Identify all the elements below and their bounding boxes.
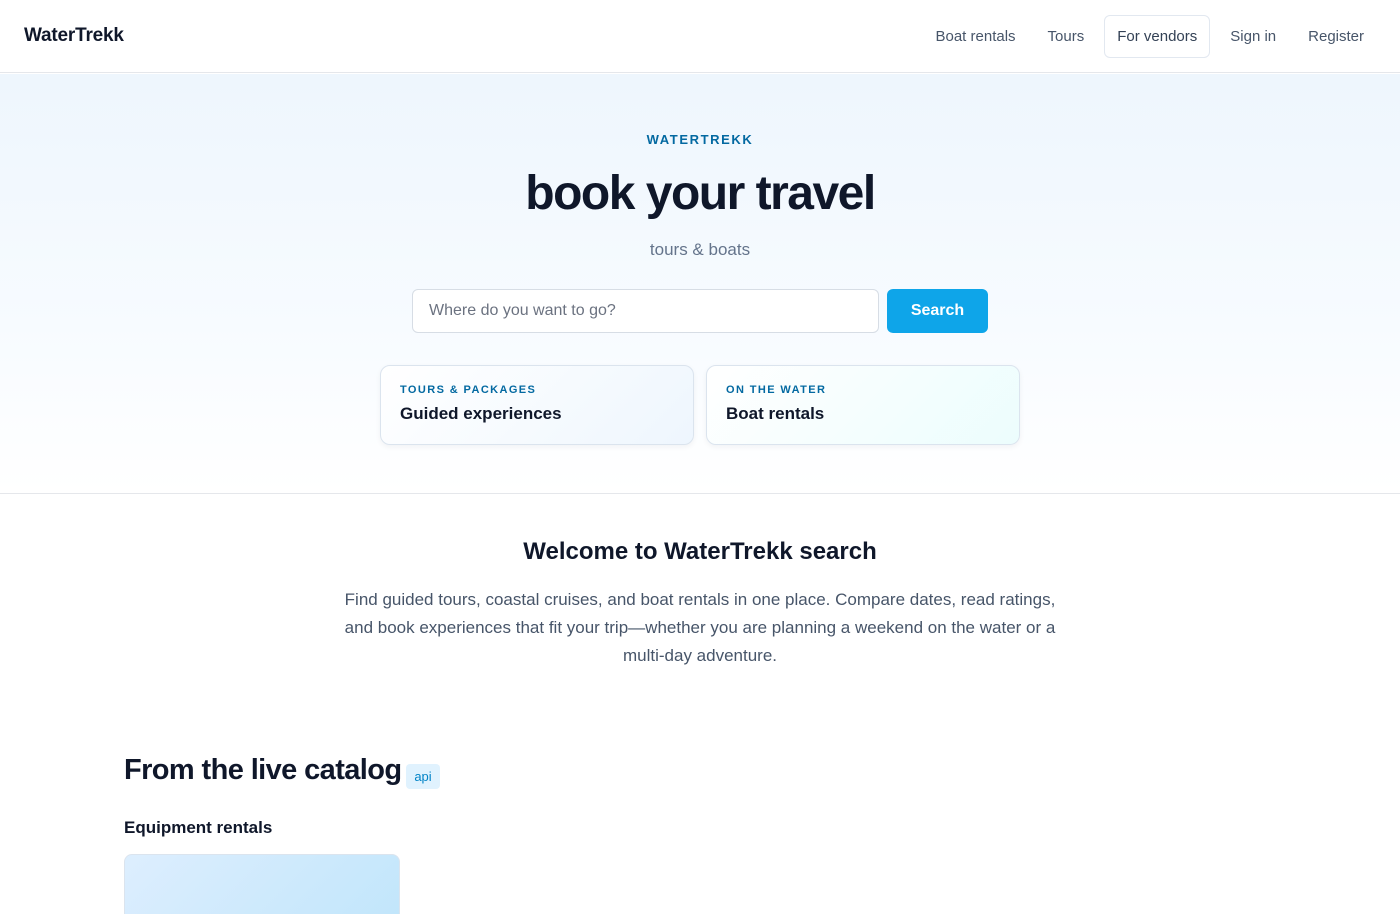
category-card-title: Guided experiences bbox=[400, 404, 562, 423]
hero-eyebrow: WATERTREKK bbox=[646, 132, 754, 147]
main-nav: Boat rentals Tours For vendors Sign in R… bbox=[919, 15, 1380, 58]
destination-search-input[interactable] bbox=[412, 289, 879, 333]
category-card-title: Boat rentals bbox=[726, 404, 825, 423]
category-card-boat-rentals[interactable]: ON THE WATER Boat rentals bbox=[706, 365, 1020, 445]
hero-subtitle: tours & boats bbox=[649, 240, 751, 259]
top-navigation-bar: WaterTrekk Boat rentals Tours For vendor… bbox=[0, 0, 1400, 73]
hero-title: book your travel bbox=[525, 167, 876, 220]
hero-section: WATERTREKK book your travel tours & boat… bbox=[0, 74, 1400, 494]
nav-link-tours[interactable]: Tours bbox=[1032, 16, 1101, 57]
catalog-heading: From the live catalog bbox=[124, 754, 402, 786]
category-card-kicker: ON THE WATER bbox=[726, 384, 827, 396]
category-card-kicker: TOURS & PACKAGES bbox=[400, 384, 537, 396]
api-badge: api bbox=[406, 764, 440, 789]
nav-link-for-vendors[interactable]: For vendors bbox=[1104, 15, 1211, 58]
brand-logo[interactable]: WaterTrekk bbox=[24, 25, 124, 47]
nav-link-sign-in[interactable]: Sign in bbox=[1214, 16, 1292, 57]
equipment-rentals-heading: Equipment rentals bbox=[124, 818, 273, 837]
nav-link-boat-rentals[interactable]: Boat rentals bbox=[919, 16, 1031, 57]
nav-link-register[interactable]: Register bbox=[1292, 16, 1380, 57]
equipment-rental-card[interactable] bbox=[124, 854, 400, 914]
welcome-heading: Welcome to WaterTrekk search bbox=[523, 538, 877, 565]
search-button[interactable]: Search bbox=[887, 289, 988, 333]
welcome-description: Find guided tours, coastal cruises, and … bbox=[344, 590, 1056, 665]
rental-card-image bbox=[125, 855, 399, 914]
category-card-tours[interactable]: TOURS & PACKAGES Guided experiences bbox=[380, 365, 694, 445]
